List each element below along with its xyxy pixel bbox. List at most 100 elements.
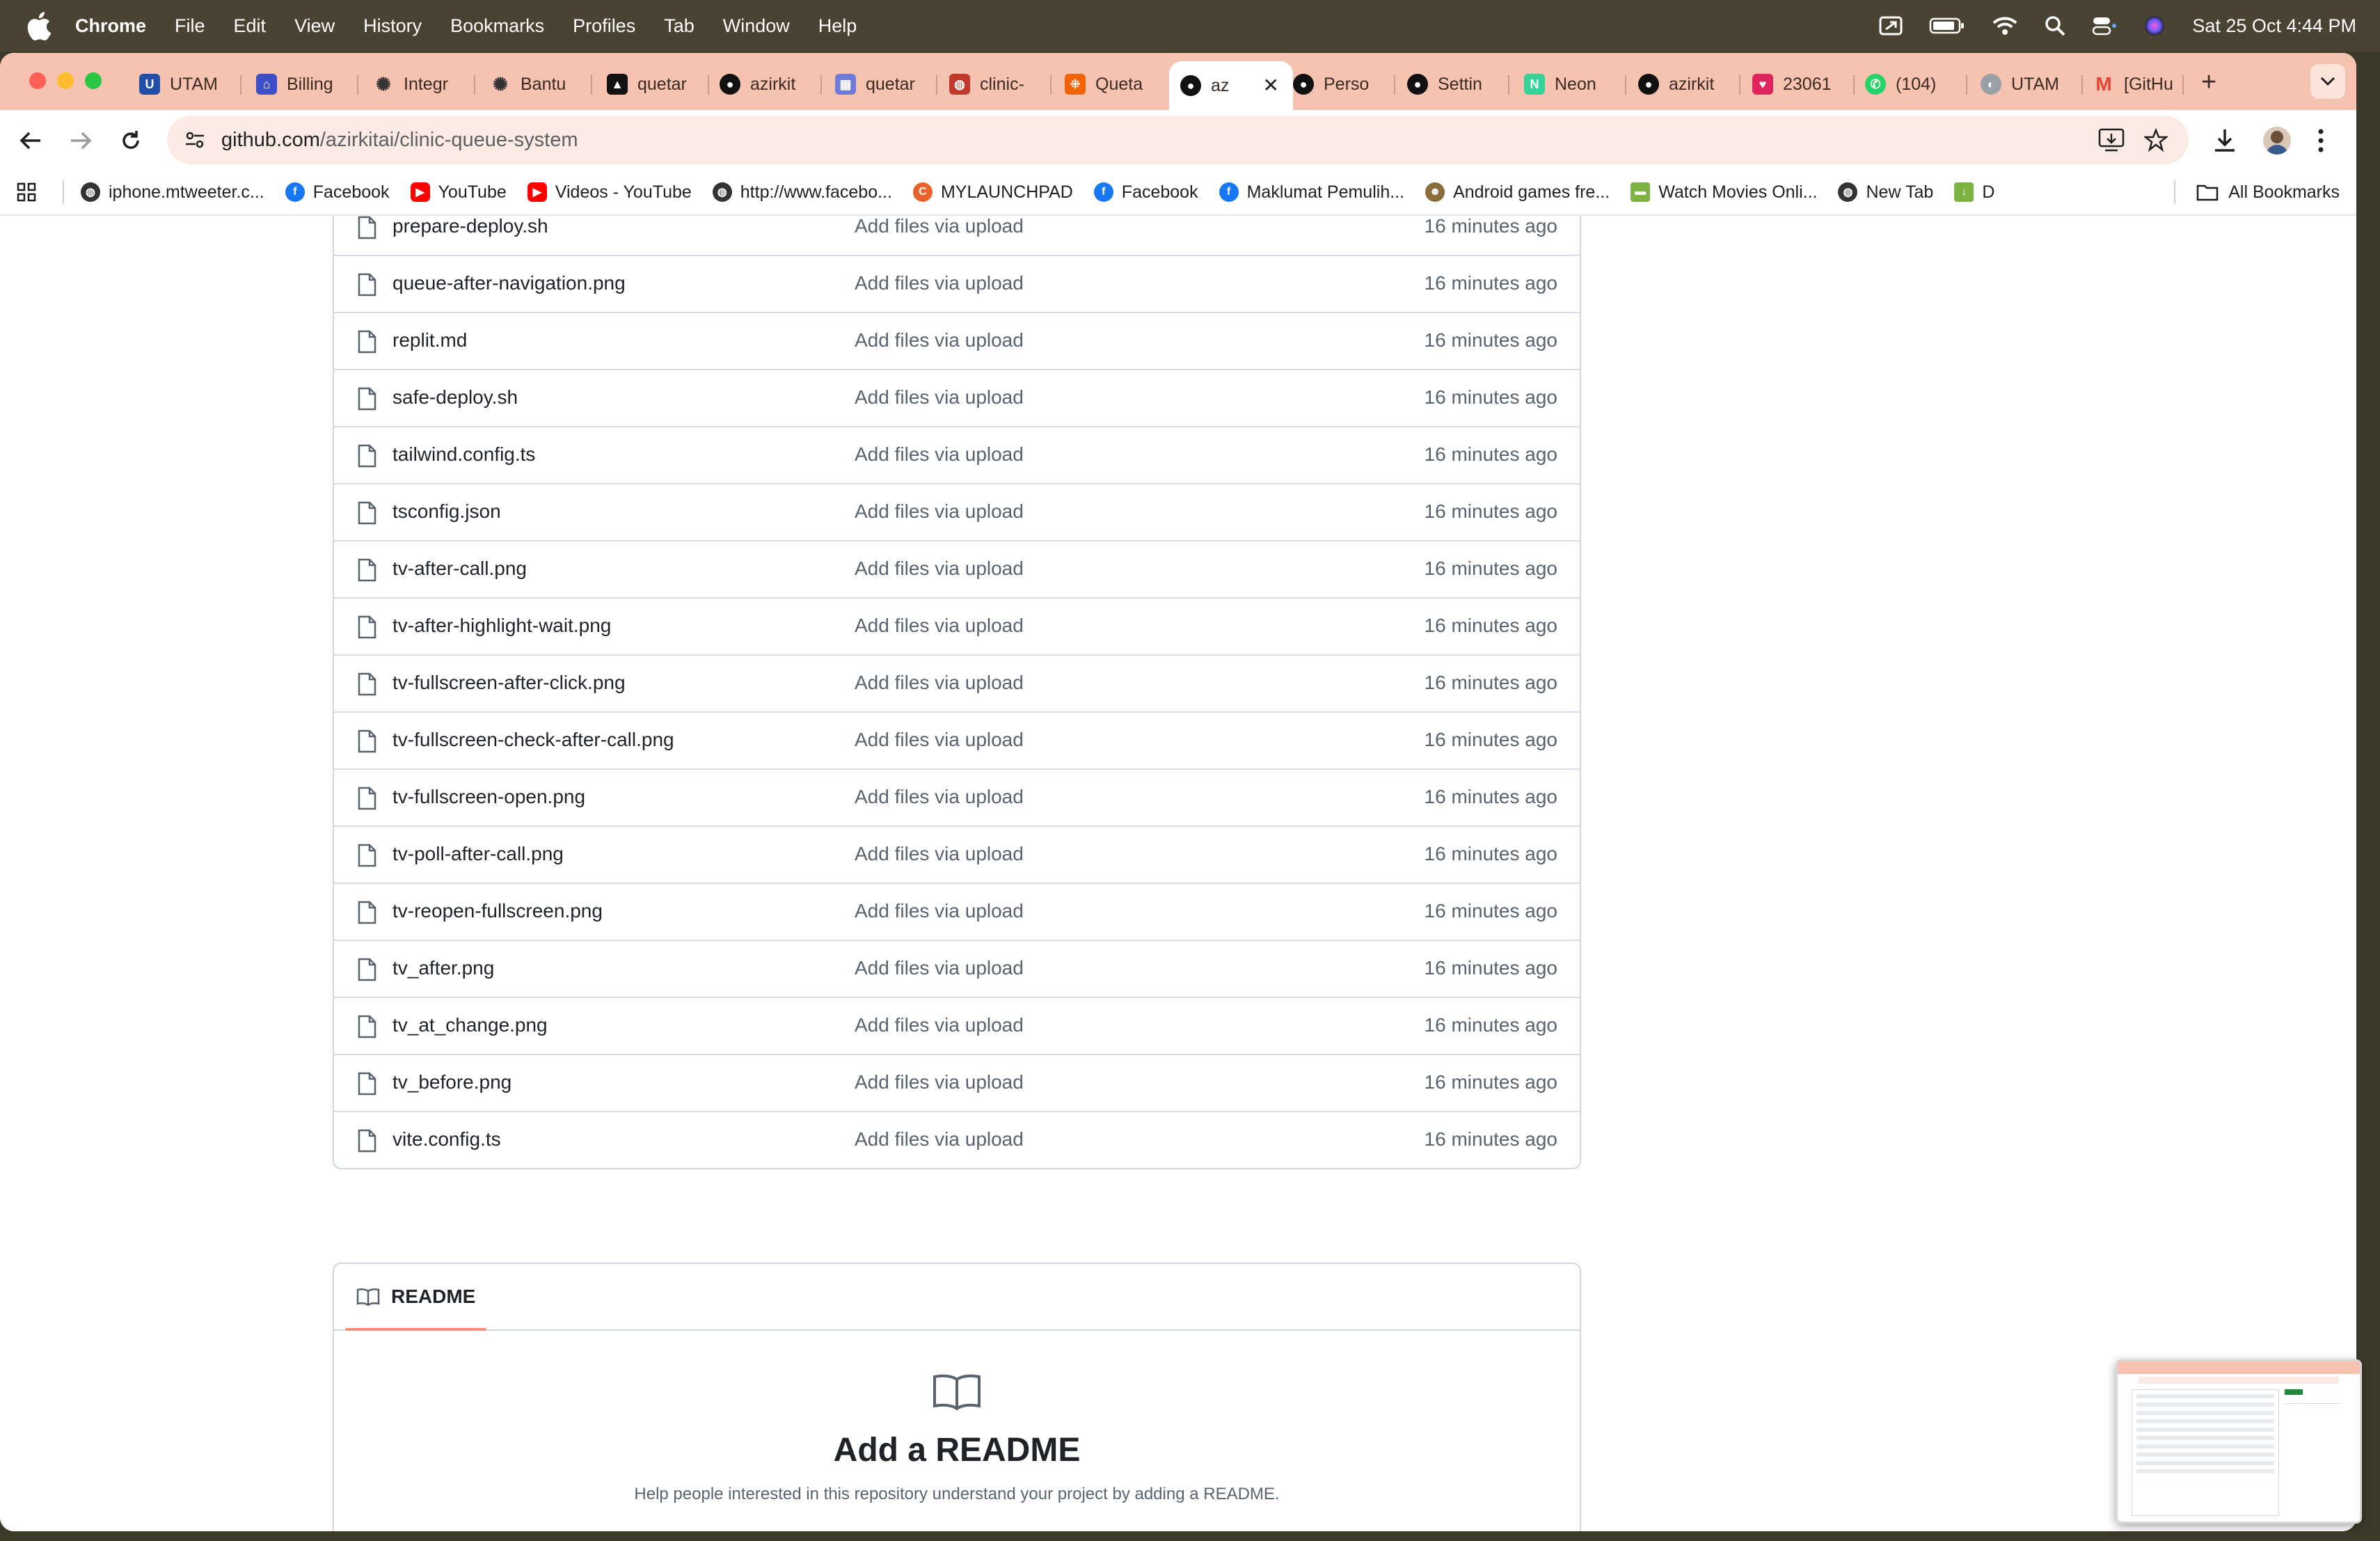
file-row[interactable]: tsconfig.json Add files via upload 16 minu…: [334, 484, 1580, 542]
tab-utam-2[interactable]: ◐ UTAM: [1981, 63, 2083, 106]
commit-message-link[interactable]: Add files via upload: [855, 615, 1024, 637]
file-row[interactable]: tv-fullscreen-after-click.png Add files v…: [334, 656, 1580, 713]
window-minimize-button[interactable]: [57, 72, 74, 89]
readme-tab[interactable]: README: [345, 1264, 487, 1331]
back-button[interactable]: [15, 125, 46, 156]
tab-azirkit[interactable]: ● azirkit: [720, 63, 822, 106]
window-zoom-button[interactable]: [85, 72, 102, 89]
tab-settings[interactable]: ● Settin: [1407, 63, 1509, 106]
file-row[interactable]: tv-fullscreen-open.png Add files via uplo…: [334, 770, 1580, 827]
tab-billing[interactable]: ⌂ Billing: [256, 63, 358, 106]
menu-history[interactable]: History: [363, 15, 422, 37]
file-name-link[interactable]: tv-fullscreen-check-after-call.png: [392, 729, 674, 751]
menu-view[interactable]: View: [294, 15, 335, 37]
menu-help[interactable]: Help: [818, 15, 857, 37]
commit-message-link[interactable]: Add files via upload: [855, 558, 1024, 580]
url-text[interactable]: github.com/azirkitai/clinic-queue-system: [221, 129, 578, 152]
tab-close-icon[interactable]: ✕: [1263, 74, 1279, 97]
file-name-link[interactable]: tv-poll-after-call.png: [392, 843, 564, 865]
all-bookmarks-button[interactable]: All Bookmarks: [2196, 170, 2340, 214]
file-row[interactable]: safe-deploy.sh Add files via upload 16 min…: [334, 370, 1580, 427]
bookmark-new-tab[interactable]: ◍ New Tab: [1838, 182, 1933, 203]
tab-quetar-table[interactable]: ▦ quetar: [835, 63, 937, 106]
commit-message-link[interactable]: Add files via upload: [855, 386, 1024, 409]
file-name-link[interactable]: tsconfig.json: [392, 500, 501, 523]
file-name-link[interactable]: tv-after-highlight-wait.png: [392, 615, 611, 637]
file-name-link[interactable]: queue-after-navigation.png: [392, 272, 626, 294]
bookmark-mylaunchpad[interactable]: C MYLAUNCHPAD: [912, 182, 1073, 203]
bookmark-watch-movies[interactable]: ▬ Watch Movies Onli...: [1631, 182, 1817, 203]
file-name-link[interactable]: safe-deploy.sh: [392, 386, 518, 409]
commit-message-link[interactable]: Add files via upload: [855, 957, 1024, 979]
bookmark-star-icon[interactable]: [2144, 128, 2168, 152]
file-row[interactable]: tv_at_change.png Add files via upload 16 m…: [334, 998, 1580, 1055]
file-row[interactable]: tv_before.png Add files via upload 16 minu…: [334, 1055, 1580, 1112]
file-name-link[interactable]: tv_before.png: [392, 1071, 511, 1093]
battery-icon[interactable]: [1929, 17, 1965, 35]
tab-azirkit-2[interactable]: ● azirkit: [1638, 63, 1740, 106]
install-app-icon[interactable]: [2098, 128, 2125, 152]
menu-edit[interactable]: Edit: [234, 15, 267, 37]
tab-clinic[interactable]: ◍ clinic-: [949, 63, 1052, 106]
screenshot-thumbnail[interactable]: [2116, 1359, 2362, 1524]
commit-message-link[interactable]: Add files via upload: [855, 500, 1024, 523]
file-row[interactable]: tv-after-call.png Add files via upload 16 …: [334, 542, 1580, 599]
file-name-link[interactable]: tv-fullscreen-open.png: [392, 786, 585, 808]
menu-file[interactable]: File: [175, 15, 205, 37]
apps-grid-icon[interactable]: [17, 182, 36, 202]
tab-whatsapp[interactable]: ✆ (104): [1865, 63, 1967, 106]
file-row[interactable]: tv_after.png Add files via upload 16 minut…: [334, 941, 1580, 998]
commit-message-link[interactable]: Add files via upload: [855, 672, 1024, 694]
tab-23061[interactable]: ♥ 23061: [1752, 63, 1855, 106]
tab-github-repo-active[interactable]: ● az ✕: [1169, 61, 1293, 110]
commit-message-link[interactable]: Add files via upload: [855, 443, 1024, 466]
commit-message-link[interactable]: Add files via upload: [855, 329, 1024, 351]
file-row[interactable]: tv-reopen-fullscreen.png Add files via up…: [334, 884, 1580, 941]
commit-message-link[interactable]: Add files via upload: [855, 1071, 1024, 1093]
commit-message-link[interactable]: Add files via upload: [855, 786, 1024, 808]
commit-message-link[interactable]: Add files via upload: [855, 843, 1024, 865]
tab-quetar[interactable]: ▲ quetar: [607, 63, 709, 106]
tab-bantu[interactable]: ✺ Bantu: [490, 63, 592, 106]
tab-utam[interactable]: U UTAM: [139, 63, 241, 106]
site-info-icon[interactable]: [181, 126, 209, 154]
tab-perso[interactable]: ● Perso: [1293, 63, 1395, 106]
wifi-icon[interactable]: [1992, 15, 2018, 36]
menu-app-name[interactable]: Chrome: [75, 15, 146, 37]
commit-message-link[interactable]: Add files via upload: [855, 272, 1024, 294]
bookmark-iphone-mtweeter[interactable]: ◍ iphone.mtweeter.c...: [81, 182, 264, 203]
file-row[interactable]: tailwind.config.ts Add files via upload 16…: [334, 427, 1580, 484]
profile-avatar[interactable]: [2263, 127, 2291, 155]
window-close-button[interactable]: [29, 72, 46, 89]
file-row[interactable]: tv-after-highlight-wait.png Add files via…: [334, 599, 1580, 656]
bookmark-maklumat[interactable]: f Maklumat Pemulih...: [1219, 182, 1404, 203]
menu-profiles[interactable]: Profiles: [573, 15, 635, 37]
new-tab-button[interactable]: +: [2201, 69, 2216, 95]
file-row[interactable]: prepare-deploy.sh Add files via upload 16 …: [334, 216, 1580, 256]
control-center-icon[interactable]: [2092, 15, 2117, 36]
spotlight-search-icon[interactable]: [2045, 15, 2065, 36]
file-name-link[interactable]: tv_after.png: [392, 957, 494, 979]
menu-window[interactable]: Window: [723, 15, 790, 37]
file-name-link[interactable]: tv-reopen-fullscreen.png: [392, 900, 603, 922]
screen-share-icon[interactable]: [1879, 15, 1903, 36]
tab-gmail[interactable]: M [GitHu: [2093, 63, 2184, 106]
file-row[interactable]: tv-poll-after-call.png Add files via uplo…: [334, 827, 1580, 884]
forward-button[interactable]: [65, 125, 96, 156]
tab-search-button[interactable]: [2310, 64, 2345, 99]
file-name-link[interactable]: tailwind.config.ts: [392, 443, 535, 466]
commit-message-link[interactable]: Add files via upload: [855, 216, 1024, 237]
more-menu-icon[interactable]: [2317, 128, 2324, 153]
commit-message-link[interactable]: Add files via upload: [855, 1014, 1024, 1036]
commit-message-link[interactable]: Add files via upload: [855, 729, 1024, 751]
file-name-link[interactable]: replit.md: [392, 329, 467, 351]
file-name-link[interactable]: vite.config.ts: [392, 1128, 501, 1151]
file-row[interactable]: queue-after-navigation.png Add files via …: [334, 256, 1580, 313]
bookmark-youtube[interactable]: ▶ YouTube: [410, 182, 507, 203]
tab-neon[interactable]: N Neon: [1524, 63, 1626, 106]
bookmark-facebook-2[interactable]: f Facebook: [1093, 182, 1198, 203]
siri-icon[interactable]: [2143, 15, 2166, 37]
file-name-link[interactable]: tv-after-call.png: [392, 558, 527, 580]
file-name-link[interactable]: tv-fullscreen-after-click.png: [392, 672, 626, 694]
apple-icon[interactable]: [25, 10, 51, 41]
